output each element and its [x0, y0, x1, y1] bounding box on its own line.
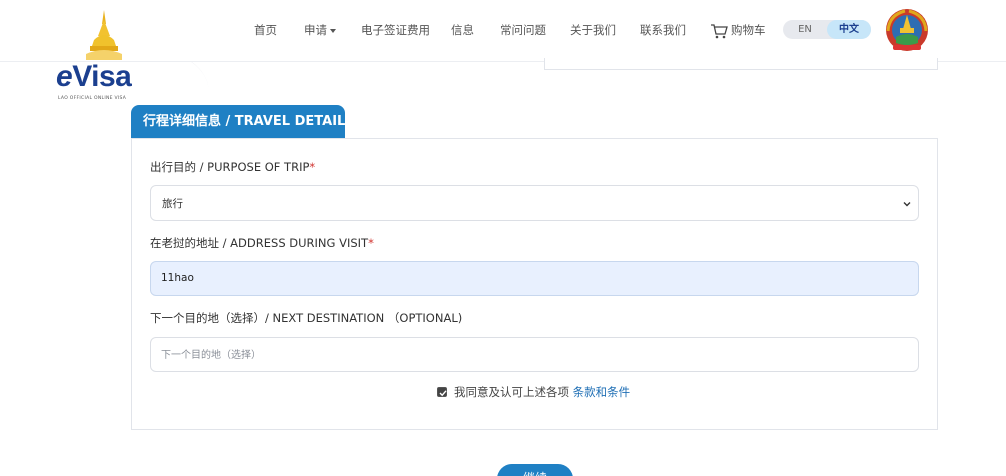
terms-link[interactable]: 条款和条件	[573, 385, 631, 399]
previous-section-card	[544, 58, 938, 70]
purpose-select[interactable]: 旅行	[150, 185, 919, 221]
terms-text: 我同意及认可上述各项	[454, 385, 573, 399]
next-destination-placeholder: 下一个目的地（选择）	[161, 350, 261, 361]
purpose-select-value: 旅行	[162, 198, 183, 210]
terms-checkbox[interactable]	[437, 387, 447, 397]
chevron-down-icon	[903, 202, 911, 207]
purpose-label-text: 出行目的 / PURPOSE OF TRIP	[150, 160, 310, 174]
purpose-label: 出行目的 / PURPOSE OF TRIP*	[150, 159, 315, 175]
evisa-logo[interactable]: eVisa LAO OFFICIAL ONLINE VISA	[54, 10, 154, 101]
language-toggle[interactable]: EN 中文	[783, 20, 871, 39]
nav-item-apply[interactable]: 申请	[304, 22, 336, 38]
required-mark: *	[309, 160, 316, 174]
terms-agreement: 我同意及认可上述各项 条款和条件	[437, 384, 630, 400]
stupa-icon	[86, 10, 122, 60]
nav-item-info[interactable]: 信息	[451, 22, 474, 38]
next-destination-label: 下一个目的地（选择）/ NEXT DESTINATION （OPTIONAL)	[150, 311, 463, 325]
nav-item-contact[interactable]: 联系我们	[640, 22, 686, 38]
address-input[interactable]: 11hao	[150, 261, 919, 296]
cart-icon	[711, 23, 728, 38]
check-icon	[439, 390, 447, 397]
nav-item-home[interactable]: 首页	[254, 22, 277, 38]
next-destination-input[interactable]: 下一个目的地（选择）	[150, 337, 919, 372]
nav-item-fees[interactable]: 电子签证费用	[361, 22, 430, 38]
lang-option-zh[interactable]: 中文	[827, 20, 871, 39]
nav-item-cart-label: 购物车	[731, 23, 766, 37]
continue-button[interactable]: 继续	[497, 464, 573, 476]
address-label: 在老挝的地址 / ADDRESS DURING VISIT*	[150, 235, 374, 251]
required-mark: *	[368, 236, 374, 250]
nav-item-apply-label: 申请	[304, 23, 327, 37]
address-label-text: 在老挝的地址 / ADDRESS DURING VISIT	[150, 236, 369, 250]
logo-subtitle: LAO OFFICIAL ONLINE VISA	[58, 96, 127, 101]
nav-item-faq[interactable]: 常问问题	[500, 22, 546, 38]
logo-wordmark: eVisa	[56, 60, 132, 93]
nav-item-about[interactable]: 关于我们	[570, 22, 616, 38]
lao-emblem-icon	[886, 9, 928, 51]
section-title-tab: 行程详细信息 / TRAVEL DETAILS	[131, 105, 355, 139]
page: eVisa LAO OFFICIAL ONLINE VISA 首页 申请 电子签…	[0, 0, 1006, 476]
caret-down-icon	[330, 28, 336, 33]
nav-item-cart[interactable]: 购物车	[710, 22, 766, 39]
site-header: eVisa LAO OFFICIAL ONLINE VISA 首页 申请 电子签…	[0, 0, 1006, 101]
lang-option-en[interactable]: EN	[783, 20, 827, 39]
